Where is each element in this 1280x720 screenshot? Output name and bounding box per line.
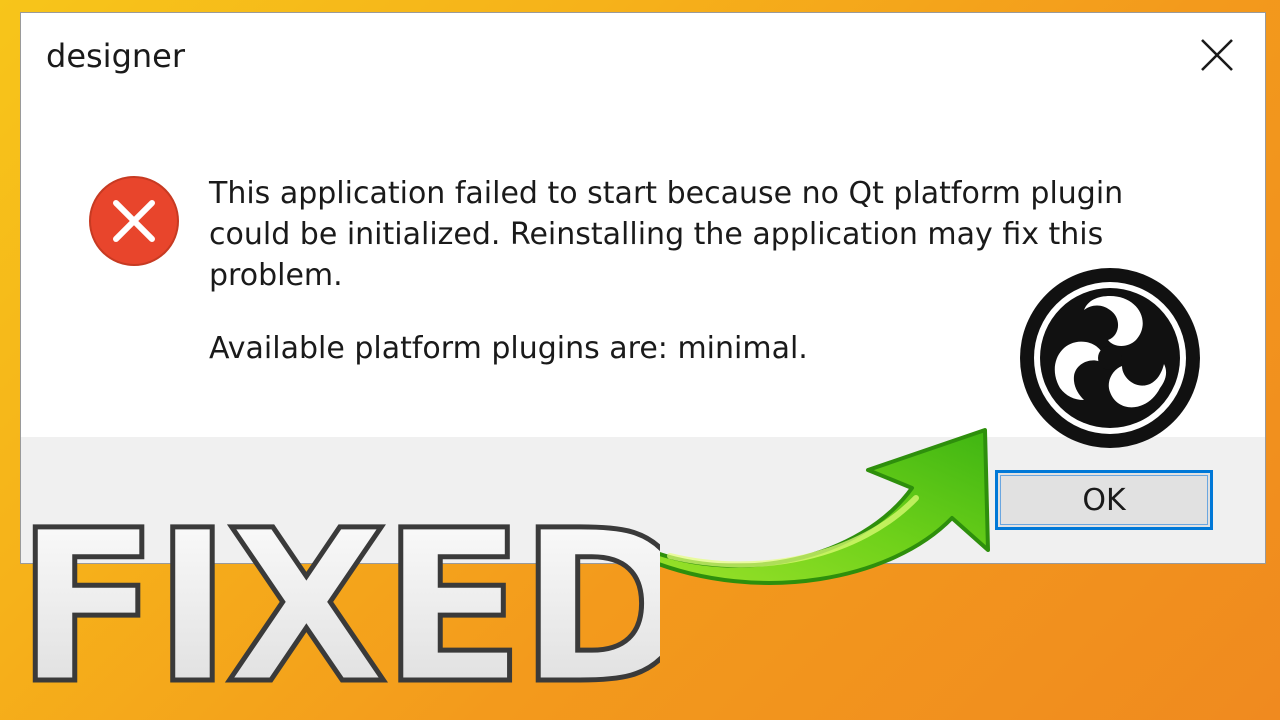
close-icon xyxy=(1201,39,1233,71)
plugins-message: Available platform plugins are: minimal. xyxy=(209,331,808,366)
error-icon xyxy=(89,176,179,266)
close-button[interactable] xyxy=(1193,31,1241,79)
window-title: designer xyxy=(46,37,185,75)
green-arrow-icon xyxy=(646,428,990,585)
obs-logo xyxy=(1020,268,1200,448)
ok-button[interactable]: OK xyxy=(995,470,1213,530)
fixed-caption-text: FIXED xyxy=(16,485,660,708)
message-line: This application failed to start because… xyxy=(209,176,1124,211)
fixed-caption: FIXED xyxy=(14,483,661,709)
message-line: could be initialized. Reinstalling the a… xyxy=(209,217,1104,252)
